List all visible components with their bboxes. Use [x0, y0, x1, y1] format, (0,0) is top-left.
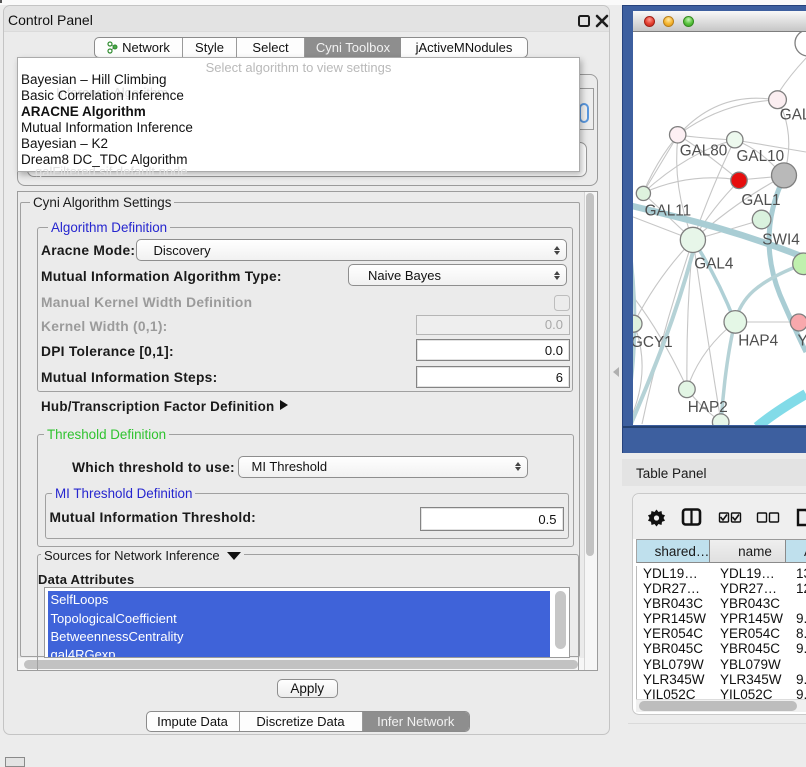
- svg-text:GAL11: GAL11: [645, 203, 692, 220]
- svg-text:GAL80: GAL80: [680, 143, 728, 160]
- svg-text:GAL7: GAL7: [780, 107, 806, 124]
- svg-text:GAL1: GAL1: [741, 192, 780, 209]
- svg-text:HAP4: HAP4: [738, 333, 778, 350]
- svg-text:YL: YL: [798, 333, 806, 350]
- svg-text:GAL10: GAL10: [737, 148, 785, 165]
- svg-text:HAP2: HAP2: [688, 399, 728, 416]
- svg-text:SWI4: SWI4: [762, 232, 800, 249]
- svg-text:GAL4: GAL4: [694, 256, 734, 273]
- svg-text:GCY1: GCY1: [633, 334, 673, 351]
